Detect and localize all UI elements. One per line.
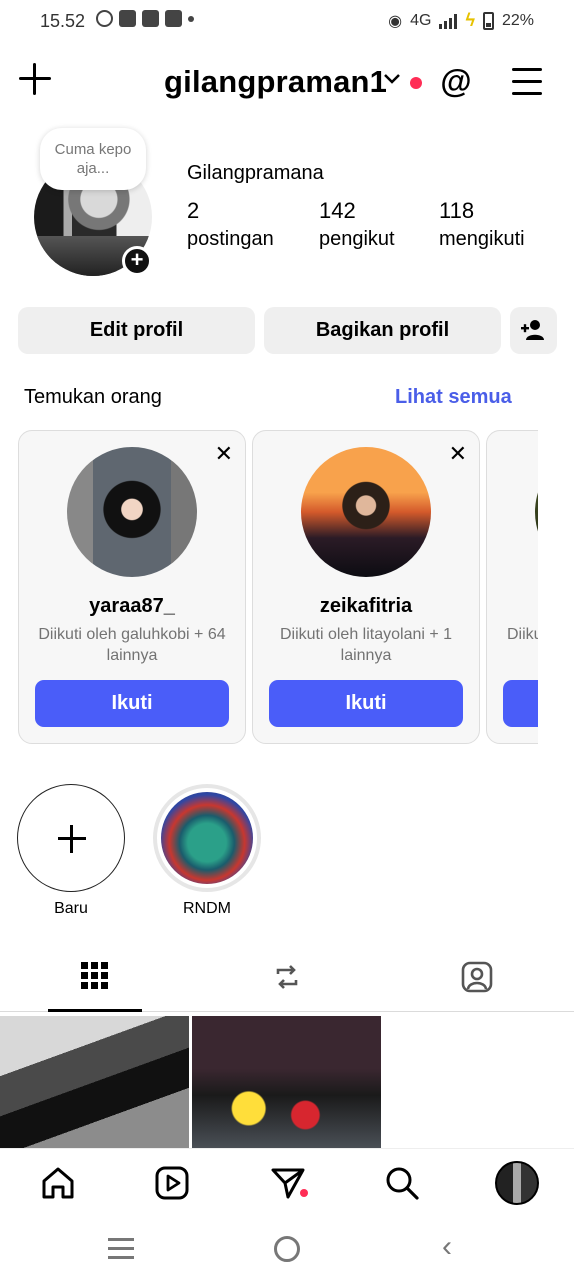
add-person-icon <box>520 320 544 340</box>
system-navigation: ‹ <box>0 1220 574 1280</box>
display-name: Gilangpramana <box>187 162 324 184</box>
notification-dot <box>410 77 422 89</box>
chevron-down-icon[interactable] <box>383 72 401 90</box>
note-bubble[interactable]: Cuma kepo aja... <box>40 128 146 190</box>
posts-label: postingan <box>187 228 274 250</box>
battery-icon <box>482 11 494 30</box>
shopping-bag-icon <box>119 10 136 27</box>
threads-icon[interactable]: @ <box>440 64 472 100</box>
menu-icon[interactable] <box>512 68 542 96</box>
suggestion-card[interactable]: ✕ yaraa87_ Diikuti oleh galuhkobi + 64 l… <box>18 430 246 744</box>
posts-stat[interactable]: 2 postingan <box>187 198 274 251</box>
repost-icon <box>276 965 298 989</box>
reels-icon[interactable] <box>154 1165 190 1201</box>
network-type: 4G <box>410 11 432 29</box>
follow-button[interactable]: Ikuti <box>269 680 463 727</box>
close-icon[interactable]: ✕ <box>449 441 467 467</box>
share-profile-button[interactable]: Bagikan profil <box>264 307 501 354</box>
suggestion-username[interactable]: zeikafitria <box>253 595 479 618</box>
following-label: mengikuti <box>439 228 525 250</box>
charging-icon: ϟ <box>465 10 475 30</box>
followers-label: pengikut <box>319 228 395 250</box>
suggestion-card[interactable]: Diiku <box>486 430 538 744</box>
recent-apps-icon[interactable] <box>108 1238 134 1259</box>
app-notification-icon <box>165 10 182 27</box>
search-icon[interactable] <box>384 1165 420 1201</box>
followers-count: 142 <box>319 198 356 223</box>
add-story-icon[interactable]: + <box>122 246 152 276</box>
whatsapp-icon <box>96 10 113 27</box>
new-highlight[interactable]: Baru <box>16 784 126 918</box>
plus-icon[interactable] <box>17 784 125 892</box>
tab-posts[interactable] <box>48 948 142 1012</box>
following-stat[interactable]: 118 mengikuti <box>439 198 525 251</box>
suggestion-avatar[interactable] <box>535 447 538 577</box>
following-count: 118 <box>439 198 475 223</box>
followers-stat[interactable]: 142 pengikut <box>319 198 395 251</box>
status-bar: 15.52 ◉ 4G ϟ 22% <box>0 0 574 42</box>
grid-icon <box>81 962 108 989</box>
profile-avatar[interactable] <box>495 1161 539 1205</box>
signal-icon <box>439 13 458 29</box>
battery-level: 22% <box>501 11 534 29</box>
posts-count: 2 <box>187 198 200 223</box>
discover-people-title: Temukan orang <box>24 386 162 408</box>
follow-button[interactable] <box>503 680 538 727</box>
hotspot-icon: ◉ <box>388 12 403 30</box>
suggestion-carousel[interactable]: ✕ yaraa87_ Diikuti oleh galuhkobi + 64 l… <box>16 430 538 746</box>
profile-header: gilangpraman1 @ <box>0 52 574 112</box>
suggestion-followed-by: Diiku <box>507 626 538 643</box>
suggestion-card[interactable]: ✕ zeikafitria Diikuti oleh litayolani + … <box>252 430 480 744</box>
follow-button[interactable]: Ikuti <box>35 680 229 727</box>
plus-icon[interactable] <box>18 62 52 96</box>
discover-people-button[interactable] <box>510 307 557 354</box>
bottom-nav <box>0 1148 574 1220</box>
suggestion-avatar[interactable] <box>67 447 197 577</box>
post-thumbnail[interactable] <box>192 1016 381 1148</box>
tagged-icon <box>461 961 493 993</box>
profile-tabs <box>0 948 574 1012</box>
highlight-cover[interactable] <box>153 784 261 892</box>
home-button-icon[interactable] <box>274 1236 300 1262</box>
post-thumbnail[interactable] <box>0 1016 189 1148</box>
highlight-label: RNDM <box>183 900 231 917</box>
back-icon[interactable]: ‹ <box>442 1230 452 1264</box>
notification-icons <box>96 10 194 27</box>
home-icon[interactable] <box>40 1165 76 1201</box>
status-right: ◉ 4G ϟ 22% <box>388 10 534 31</box>
suggestion-followed-by: Diikuti oleh litayolani + 1 lainnya <box>279 626 453 664</box>
tab-tagged[interactable] <box>430 948 524 1012</box>
suggestion-avatar[interactable] <box>301 447 431 577</box>
username-switcher[interactable]: gilangpraman1 <box>164 64 387 100</box>
status-time: 15.52 <box>40 11 86 31</box>
suggestion-followed-by: Diikuti oleh galuhkobi + 64 lainnya <box>38 626 226 664</box>
highlight-item[interactable]: RNDM <box>152 784 262 918</box>
notification-dot <box>300 1189 308 1197</box>
app-notification-icon <box>142 10 159 27</box>
highlight-label: Baru <box>54 900 88 917</box>
suggestion-username[interactable]: yaraa87_ <box>19 595 245 618</box>
close-icon[interactable]: ✕ <box>215 441 233 467</box>
see-all-link[interactable]: Lihat semua <box>395 386 512 409</box>
more-notifications-icon <box>188 15 194 22</box>
tab-reposts[interactable] <box>240 948 334 1012</box>
edit-profile-button[interactable]: Edit profil <box>18 307 255 354</box>
